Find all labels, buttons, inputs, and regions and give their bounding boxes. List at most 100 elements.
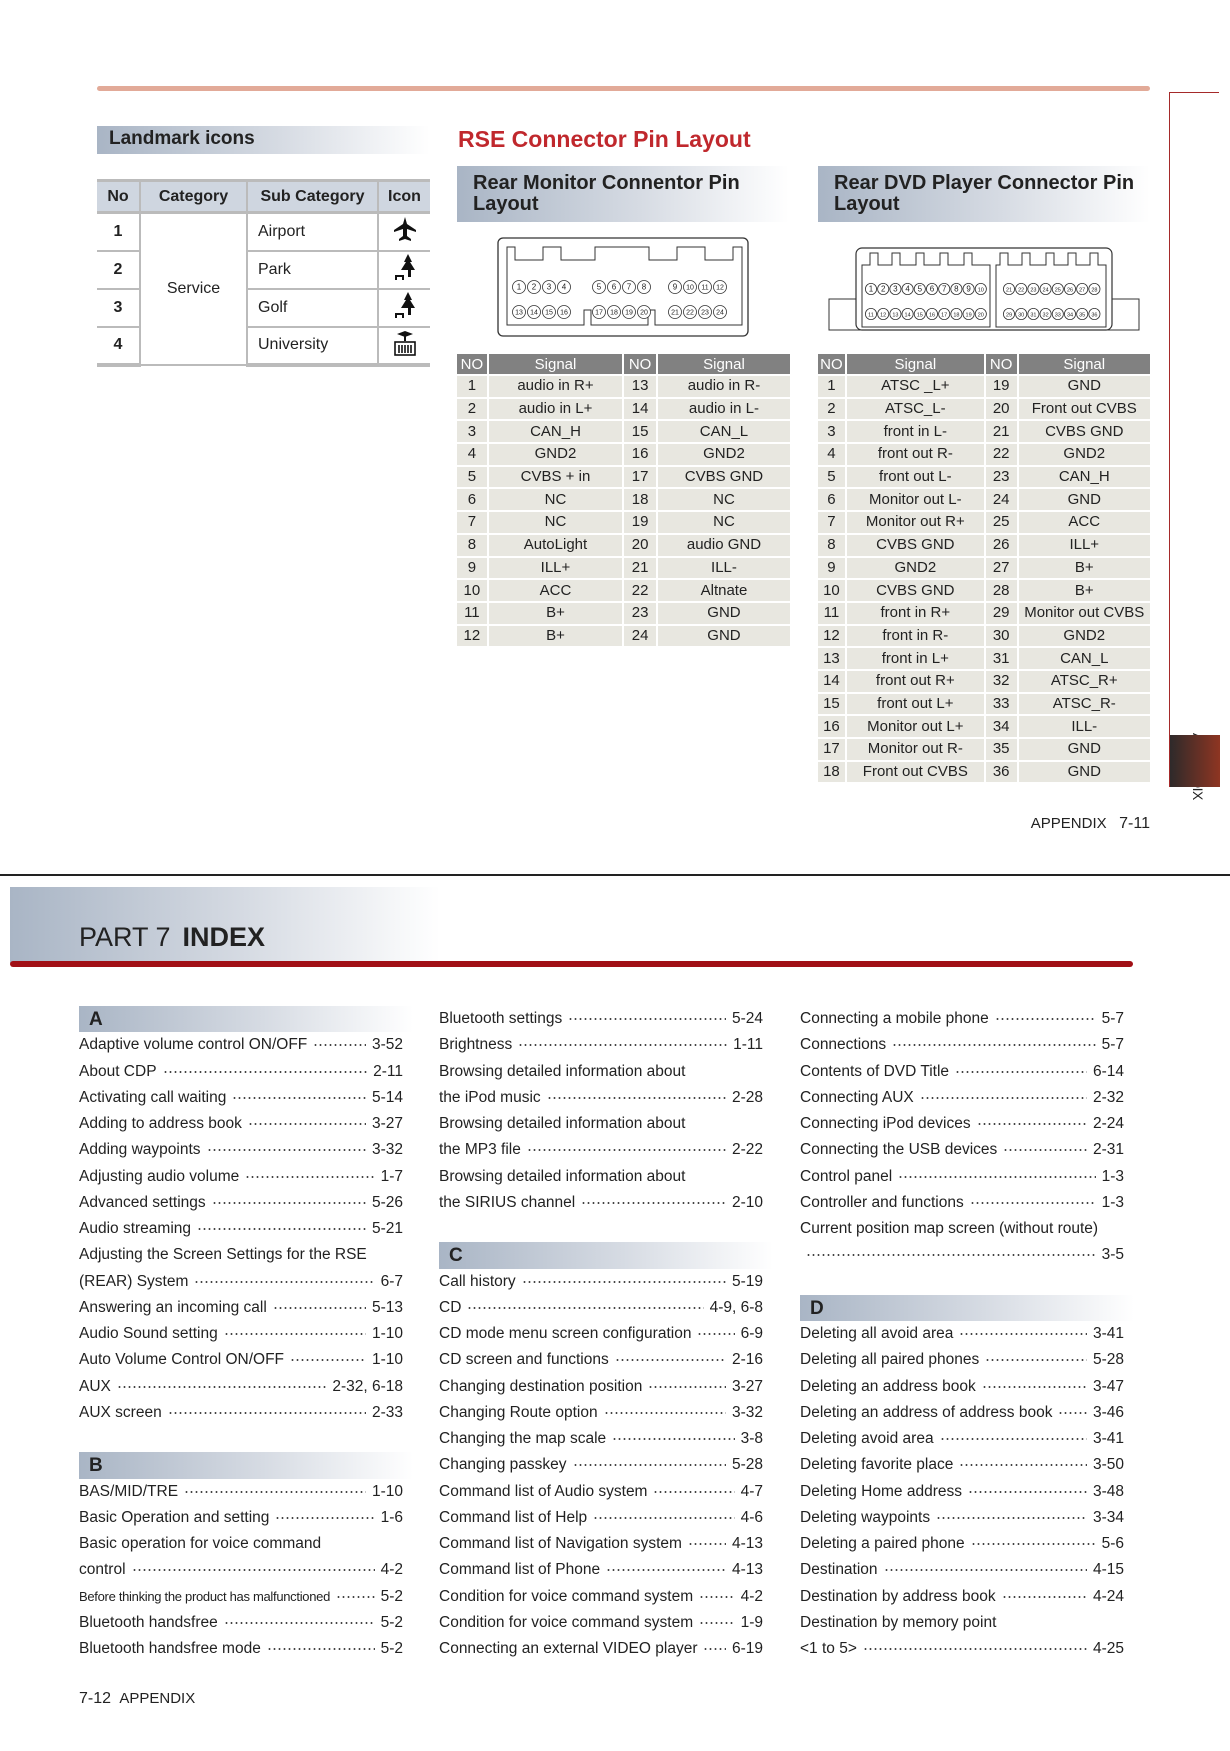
index-entry[interactable]: Connecting a mobile phone 5-7 xyxy=(800,1006,1124,1032)
index-entry[interactable]: Bluetooth settings 5-24 xyxy=(439,1006,763,1032)
pin-number: 33 xyxy=(985,693,1017,715)
index-entry[interactable]: Destination by memory point xyxy=(800,1610,1124,1636)
pin-number: 15 xyxy=(818,693,845,715)
index-entry[interactable]: the SIRIUS channel 2-10 xyxy=(439,1190,763,1216)
index-entry[interactable]: Activating call waiting 5-14 xyxy=(79,1085,403,1111)
index-entry[interactable]: Destination by address book 4-24 xyxy=(800,1584,1124,1610)
index-entry[interactable]: Adjusting the Screen Settings for the RS… xyxy=(79,1242,403,1268)
index-entry[interactable]: Control panel 1-3 xyxy=(800,1164,1124,1190)
index-entry[interactable]: Connecting AUX 2-32 xyxy=(800,1085,1124,1111)
index-entry[interactable]: Adding waypoints 3-32 xyxy=(79,1137,403,1163)
index-entry[interactable]: the iPod music 2-28 xyxy=(439,1085,763,1111)
index-entry[interactable]: Basic Operation and setting 1-6 xyxy=(79,1505,403,1531)
pin-number: 24 xyxy=(624,625,656,647)
index-entry[interactable]: Deleting an address of address book 3-46 xyxy=(800,1400,1124,1426)
entry-page: 2-32, 6-18 xyxy=(332,1377,403,1395)
index-entry[interactable]: Bluetooth handsfree 5-2 xyxy=(79,1610,403,1636)
pin-signal: Monitor out L- xyxy=(846,489,984,511)
index-entry[interactable]: Condition for voice command system 1-9 xyxy=(439,1610,763,1636)
index-entry[interactable]: Advanced settings 5-26 xyxy=(79,1190,403,1216)
index-entry[interactable]: control 4-2 xyxy=(79,1557,403,1583)
index-entry[interactable]: Auto Volume Control ON/OFF 1-10 xyxy=(79,1347,403,1373)
svg-text:13: 13 xyxy=(515,309,523,316)
index-entry[interactable]: Deleting a paired phone 5-6 xyxy=(800,1531,1124,1557)
index-entry[interactable]: Bluetooth handsfree mode 5-2 xyxy=(79,1636,403,1662)
index-entry[interactable]: Deleting avoid area 3-41 xyxy=(800,1426,1124,1452)
entry-label: Deleting favorite place xyxy=(800,1456,954,1474)
index-entry[interactable]: Basic operation for voice command xyxy=(79,1531,403,1557)
index-entry[interactable]: Browsing detailed information about xyxy=(439,1164,763,1190)
entry-page: 1-3 xyxy=(1101,1193,1124,1211)
index-entry[interactable]: Audio streaming 5-21 xyxy=(79,1216,403,1242)
pin-4: 4 xyxy=(901,283,914,296)
index-entry[interactable]: CD mode menu screen configuration 6-9 xyxy=(439,1321,763,1347)
index-entry[interactable]: CD screen and functions 2-16 xyxy=(439,1347,763,1373)
index-entry[interactable]: Destination 4-15 xyxy=(800,1557,1124,1583)
index-entry[interactable]: the MP3 file 2-22 xyxy=(439,1137,763,1163)
index-entry[interactable]: Changing Route option 3-32 xyxy=(439,1400,763,1426)
pin-signal: front out R- xyxy=(846,444,984,465)
index-entry[interactable]: Call history 5-19 xyxy=(439,1269,763,1295)
index-entry[interactable]: Connecting iPod devices 2-24 xyxy=(800,1111,1124,1137)
pin-number: 24 xyxy=(985,489,1017,511)
index-entry[interactable]: (REAR) System 6-7 xyxy=(79,1269,403,1295)
dot-leader xyxy=(546,1094,726,1101)
pin-17: 17 xyxy=(938,308,951,321)
entry-label: Deleting Home address xyxy=(800,1482,962,1500)
column-header: NO xyxy=(818,354,845,374)
index-entry[interactable]: <1 to 5> 4-25 xyxy=(800,1636,1124,1662)
index-entry[interactable]: 3-5 xyxy=(800,1242,1124,1268)
pin-18: 18 xyxy=(950,308,963,321)
index-entry[interactable]: Browsing detailed information about xyxy=(439,1059,763,1085)
index-entry[interactable]: Deleting waypoints 3-34 xyxy=(800,1505,1124,1531)
index-entry[interactable]: Changing passkey 5-28 xyxy=(439,1452,763,1478)
pin-13: 13 xyxy=(512,305,526,319)
index-entry[interactable]: Changing the map scale 3-8 xyxy=(439,1426,763,1452)
index-entry[interactable]: Adjusting audio volume 1-7 xyxy=(79,1164,403,1190)
entry-page: 2-16 xyxy=(731,1351,763,1369)
index-entry[interactable]: AUX screen 2-33 xyxy=(79,1400,403,1426)
index-entry[interactable]: Audio Sound setting 1-10 xyxy=(79,1321,403,1347)
table-row: 11 front in R+ 29 Monitor out CVBS xyxy=(818,602,1150,624)
svg-text:3: 3 xyxy=(547,282,552,291)
index-entry[interactable]: Current position map screen (without rou… xyxy=(800,1216,1124,1242)
side-tab[interactable]: APPENDIX xyxy=(1169,92,1220,800)
entry-page: 4-2 xyxy=(740,1587,763,1605)
index-entry[interactable]: Command list of Help 4-6 xyxy=(439,1505,763,1531)
index-entry[interactable]: Browsing detailed information about xyxy=(439,1111,763,1137)
index-entry[interactable]: Connections 5-7 xyxy=(800,1032,1124,1058)
index-entry[interactable]: About CDP 2-11 xyxy=(79,1059,403,1085)
index-entry[interactable]: Command list of Navigation system 4-13 xyxy=(439,1531,763,1557)
index-entry[interactable]: Deleting all paired phones 5-28 xyxy=(800,1347,1124,1373)
index-entry[interactable]: Controller and functions 1-3 xyxy=(800,1190,1124,1216)
table-row: 8 AutoLight 20 audio GND xyxy=(457,534,790,556)
index-entry[interactable]: Condition for voice command system 4-2 xyxy=(439,1584,763,1610)
entry-page: 5-13 xyxy=(371,1298,403,1316)
index-entry[interactable]: Deleting an address book 3-47 xyxy=(800,1374,1124,1400)
pin-number: 14 xyxy=(624,398,656,420)
index-entry[interactable]: Brightness 1-11 xyxy=(439,1032,763,1058)
index-entry[interactable]: Before thinking the product has malfunct… xyxy=(79,1584,403,1610)
svg-text:16: 16 xyxy=(929,312,935,318)
index-entry[interactable]: Deleting all avoid area 3-41 xyxy=(800,1321,1124,1347)
index-entry[interactable]: Command list of Phone 4-13 xyxy=(439,1557,763,1583)
dot-leader xyxy=(223,1331,366,1338)
index-entry[interactable]: AUX 2-32, 6-18 xyxy=(79,1374,403,1400)
index-entry[interactable]: Connecting the USB devices 2-31 xyxy=(800,1137,1124,1163)
entry-label: control xyxy=(79,1561,126,1579)
index-entry[interactable]: Adding to address book 3-27 xyxy=(79,1111,403,1137)
index-entry[interactable]: Deleting favorite place 3-50 xyxy=(800,1452,1124,1478)
index-entry[interactable]: Adaptive volume control ON/OFF 3-52 xyxy=(79,1032,403,1058)
index-entry[interactable]: Command list of Audio system 4-7 xyxy=(439,1479,763,1505)
index-entry[interactable]: Connecting an external VIDEO player 6-19 xyxy=(439,1636,763,1662)
index-entry[interactable]: Changing destination position 3-27 xyxy=(439,1374,763,1400)
entry-page: 6-14 xyxy=(1092,1062,1124,1080)
index-entry[interactable]: BAS/MID/TRE 1-10 xyxy=(79,1479,403,1505)
index-entry[interactable]: Deleting Home address 3-48 xyxy=(800,1479,1124,1505)
index-entry[interactable]: Contents of DVD Title 6-14 xyxy=(800,1059,1124,1085)
pin-signal: Monitor out R- xyxy=(846,739,984,760)
index-entry[interactable]: CD 4-9, 6-8 xyxy=(439,1295,763,1321)
index-entry[interactable]: Answering an incoming call 5-13 xyxy=(79,1295,403,1321)
svg-text:14: 14 xyxy=(530,309,538,316)
svg-text:8: 8 xyxy=(954,284,959,293)
